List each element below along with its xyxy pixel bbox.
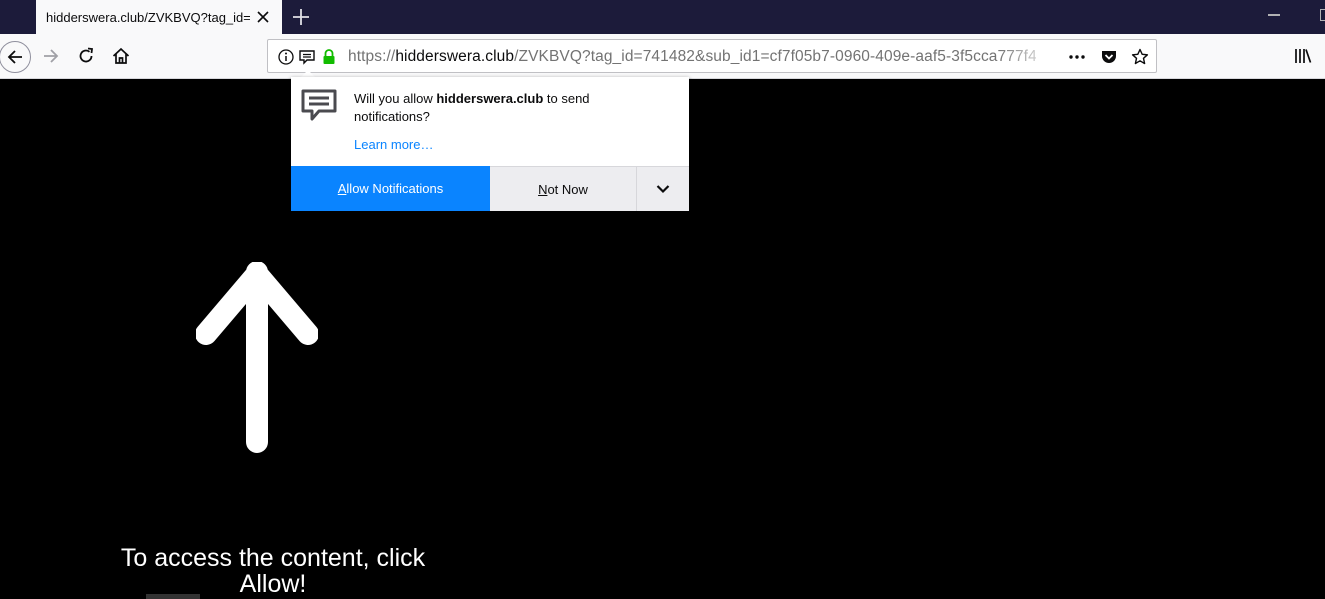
site-name: hidderswera.club — [436, 91, 544, 106]
allow-accesskey: A — [337, 181, 347, 196]
permission-message: Will you allow hidderswera.club to send … — [354, 90, 654, 126]
up-arrow-icon — [196, 262, 318, 453]
tab-title: hidderswera.club/ZVKBVQ?tag_id=741482&su… — [46, 9, 250, 25]
library-icon[interactable] — [1293, 46, 1313, 66]
not-now-accesskey: N — [538, 181, 548, 197]
plus-icon[interactable] — [290, 6, 312, 28]
url-scheme: https:// — [348, 48, 396, 65]
url-fade — [998, 42, 1058, 70]
home-icon — [112, 47, 130, 64]
home-button[interactable] — [106, 41, 136, 71]
url-host: hidderswera.club — [395, 48, 515, 65]
url-path: /ZVKBVQ?tag_id=741482&sub_id1=cf7f05b7-0… — [514, 48, 1036, 65]
pocket-icon[interactable] — [1100, 48, 1118, 66]
not-now-button[interactable]: Not Now — [490, 166, 637, 211]
allow-notifications-button[interactable]: Allow Notifications — [291, 166, 490, 211]
lock-icon[interactable] — [320, 48, 338, 66]
notification-permission-icon[interactable] — [298, 48, 316, 66]
chevron-down-icon — [656, 185, 670, 194]
message-prefix: Will you allow — [354, 91, 437, 106]
forward-arrow-icon — [44, 49, 59, 63]
minimize-icon[interactable] — [1268, 14, 1280, 16]
maximize-icon[interactable] — [1320, 9, 1325, 21]
page-bottom-element — [146, 594, 200, 599]
star-icon[interactable] — [1131, 48, 1149, 66]
active-tab[interactable]: hidderswera.club/ZVKBVQ?tag_id=741482&su… — [36, 0, 282, 34]
instruction-line-1: To access the content, click — [120, 544, 426, 572]
more-options-dropdown[interactable] — [637, 166, 689, 211]
forward-button[interactable] — [36, 41, 66, 71]
chat-bubble-icon — [301, 89, 337, 121]
learn-more-link[interactable]: Learn more… — [354, 137, 433, 152]
navigation-toolbar: https://hidderswera.club/ZVKBVQ?tag_id=7… — [0, 34, 1325, 79]
notification-permission-popup: Will you allow hidderswera.club to send … — [291, 77, 689, 211]
close-icon[interactable] — [254, 8, 272, 26]
back-arrow-icon — [7, 50, 22, 64]
info-icon[interactable] — [277, 48, 295, 66]
url-text[interactable]: https://hidderswera.club/ZVKBVQ?tag_id=7… — [348, 48, 1036, 66]
not-now-label: ot Now — [547, 181, 588, 197]
more-actions-icon[interactable] — [1068, 48, 1086, 66]
page-instruction: To access the content, click Allow! — [103, 545, 443, 597]
reload-icon — [79, 47, 94, 63]
reload-button[interactable] — [71, 41, 101, 71]
tab-strip: hidderswera.club/ZVKBVQ?tag_id=741482&su… — [0, 0, 1325, 34]
url-bar[interactable]: https://hidderswera.club/ZVKBVQ?tag_id=7… — [267, 39, 1157, 73]
back-button[interactable] — [0, 41, 31, 73]
allow-label: llow Notifications — [346, 181, 444, 196]
